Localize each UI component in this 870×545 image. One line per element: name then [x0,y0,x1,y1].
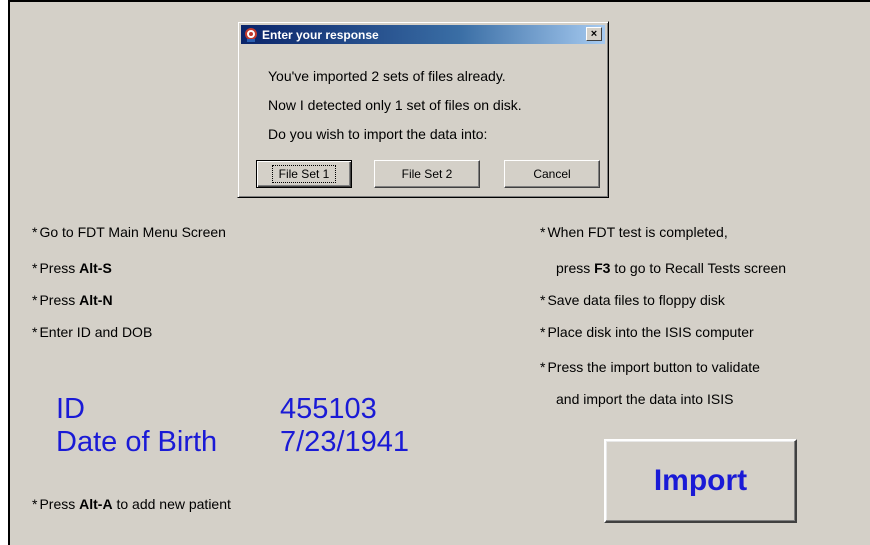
response-dialog: Enter your response × You've imported 2 … [237,21,609,198]
id-value: 455103 [280,393,377,425]
instruction-enter-id-dob: * Enter ID and DOB [32,324,153,340]
instruction-press-alt-n: * Press Alt-N [32,292,113,308]
instruction-press-f3: press F3 to go to Recall Tests screen [556,260,787,276]
file-set-1-label: File Set 1 [271,165,337,183]
file-set-1-button[interactable]: File Set 1 [256,160,352,188]
import-button[interactable]: Import [604,439,797,523]
instruction-import-isis: and import the data into ISIS [556,391,734,407]
dob-label: Date of Birth [56,426,218,458]
instruction-press-alt-s: * Press Alt-S [32,260,112,276]
dialog-message-line-1: You've imported 2 sets of files already. [268,68,506,84]
dialog-title: Enter your response [262,27,379,42]
instruction-fdt-completed: * When FDT test is completed, [540,224,728,240]
dialog-message-line-3: Do you wish to import the data into: [268,126,488,142]
instruction-save-floppy: * Save data files to floppy disk [540,292,725,308]
id-label: ID [56,393,85,425]
close-button[interactable]: × [586,27,602,41]
file-set-2-button[interactable]: File Set 2 [374,160,480,188]
app-icon [244,27,258,42]
instruction-goto-main-menu: * Go to FDT Main Menu Screen [32,224,226,240]
instruction-add-patient: * Press Alt-A to add new patient [32,496,231,512]
dob-value: 7/23/1941 [280,426,410,458]
dialog-message-line-2: Now I detected only 1 set of files on di… [268,97,522,113]
instruction-press-import: * Press the import button to validate [540,359,760,375]
dialog-titlebar[interactable]: Enter your response × [241,25,605,44]
cancel-button[interactable]: Cancel [504,160,600,188]
close-icon: × [590,27,598,40]
instruction-place-disk: * Place disk into the ISIS computer [540,324,754,340]
